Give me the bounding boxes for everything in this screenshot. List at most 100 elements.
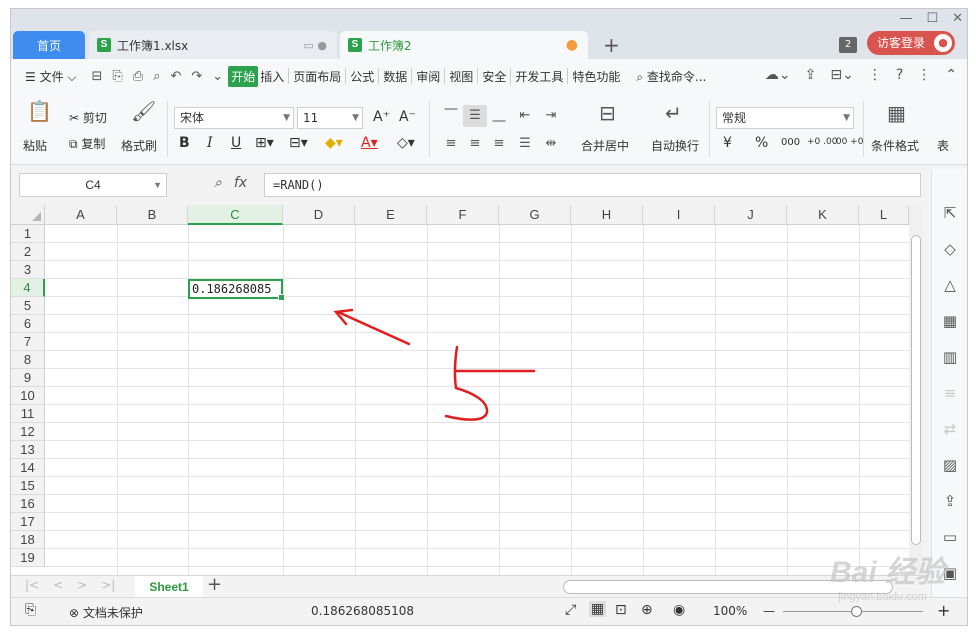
row-header[interactable]: 9: [11, 369, 45, 387]
menu-tab-review[interactable]: 审阅: [414, 68, 442, 85]
align-center-icon[interactable]: ≡: [463, 133, 487, 155]
maximize-button[interactable]: ☐: [926, 11, 938, 26]
align-left-icon[interactable]: ≡: [439, 133, 463, 155]
zoom-slider-thumb[interactable]: [851, 606, 862, 617]
visitor-login-button[interactable]: 访客登录 ●: [866, 31, 955, 55]
conditional-format-icon[interactable]: ▦: [887, 101, 906, 125]
page-break-view-icon[interactable]: ⊡: [615, 602, 627, 618]
more-options-icon[interactable]: ⋮: [917, 67, 931, 83]
row-header[interactable]: 6: [11, 315, 45, 333]
first-sheet-icon[interactable]: |<: [25, 578, 39, 592]
paste-icon[interactable]: 📋: [27, 99, 52, 123]
number-format-select[interactable]: 常规 ▼: [716, 107, 854, 129]
align-middle-icon[interactable]: ☰: [463, 105, 487, 127]
thousands-separator-button[interactable]: 000: [781, 137, 800, 148]
border-icon[interactable]: ⊞▾: [255, 135, 274, 151]
image-gallery-icon[interactable]: ▨: [940, 455, 960, 475]
copy-format-icon[interactable]: ⎘: [112, 69, 122, 84]
row-header[interactable]: 7: [11, 333, 45, 351]
font-name-select[interactable]: 宋体 ▼: [174, 107, 294, 129]
column-header-selected[interactable]: C: [188, 205, 283, 225]
apps-grid-icon[interactable]: ▦: [940, 311, 960, 331]
justify-icon[interactable]: ☰: [513, 133, 537, 155]
font-size-select[interactable]: 11 ▼: [297, 107, 363, 129]
currency-button[interactable]: ¥: [723, 135, 732, 151]
file-menu[interactable]: ☰ 文件 ⌵: [23, 68, 78, 85]
menu-tab-home[interactable]: 开始: [228, 65, 259, 87]
save-icon[interactable]: ⊟: [91, 69, 102, 84]
clear-format-icon[interactable]: ◇▾: [397, 135, 415, 151]
row-header[interactable]: 10: [11, 387, 45, 405]
undo-icon[interactable]: ↶: [170, 69, 181, 84]
cut-button[interactable]: ✂ 剪切: [69, 109, 107, 126]
add-sheet-button[interactable]: +: [207, 574, 222, 595]
print-icon[interactable]: ⎙: [133, 69, 143, 84]
format-painter-icon[interactable]: 🖌: [131, 99, 156, 123]
window-count-badge[interactable]: 2: [839, 37, 857, 53]
reading-mode-icon[interactable]: ⊕: [641, 602, 653, 618]
row-header[interactable]: 16: [11, 495, 45, 513]
row-header[interactable]: 1: [11, 225, 45, 243]
row-header[interactable]: 5: [11, 297, 45, 315]
menu-tab-features[interactable]: 特色功能: [570, 68, 622, 85]
next-sheet-icon[interactable]: >: [77, 578, 87, 592]
table-style-button[interactable]: 表: [937, 137, 949, 154]
row-header[interactable]: 17: [11, 513, 45, 531]
select-cursor-icon[interactable]: ⇱: [940, 203, 960, 223]
sheet-tab-sheet1[interactable]: Sheet1: [135, 576, 203, 598]
row-header[interactable]: 15: [11, 477, 45, 495]
underline-button[interactable]: U: [231, 135, 241, 151]
distributed-icon[interactable]: ⇹: [539, 133, 563, 155]
document-protection-status[interactable]: ⊗ 文档未保护: [69, 604, 143, 621]
paste-button[interactable]: 粘贴: [23, 137, 47, 154]
row-header[interactable]: 11: [11, 405, 45, 423]
vertical-scroll-thumb[interactable]: [911, 235, 921, 545]
customize-dropdown-icon[interactable]: ⌄: [212, 69, 223, 84]
wrap-text-icon[interactable]: ↵: [665, 101, 682, 125]
column-header[interactable]: D: [283, 205, 355, 225]
column-header[interactable]: L: [859, 205, 909, 225]
help-icon[interactable]: ?: [896, 67, 903, 83]
formula-input[interactable]: =RAND(): [264, 173, 921, 197]
fullscreen-icon[interactable]: ⤢: [565, 602, 576, 618]
column-header[interactable]: F: [427, 205, 499, 225]
decrease-decimal-button[interactable]: .00 +0: [833, 137, 863, 147]
style-icon[interactable]: △: [940, 275, 960, 295]
row-header[interactable]: 12: [11, 423, 45, 441]
print-preview-icon[interactable]: ⌕: [153, 69, 160, 84]
menu-tab-formulas[interactable]: 公式: [348, 68, 376, 85]
column-header[interactable]: B: [117, 205, 188, 225]
eye-protection-icon[interactable]: ◉: [673, 602, 685, 618]
row-header[interactable]: 14: [11, 459, 45, 477]
column-header[interactable]: K: [787, 205, 859, 225]
zoom-out-button[interactable]: —: [763, 604, 775, 618]
align-top-icon[interactable]: ⎺: [439, 105, 463, 127]
zoom-in-button[interactable]: +: [937, 601, 950, 620]
merge-center-button[interactable]: 合并居中: [581, 137, 629, 154]
italic-button[interactable]: I: [207, 135, 213, 151]
fill-pattern-icon[interactable]: ⊟▾: [289, 135, 308, 151]
conditional-format-button[interactable]: 条件格式: [871, 137, 919, 154]
spreadsheet-grid[interactable]: A B C D E F G H I J K L 1 2 3 4 5 6 7 8 …: [11, 205, 909, 575]
vertical-scrollbar[interactable]: [909, 205, 923, 575]
menu-tab-insert[interactable]: 插入: [258, 68, 286, 85]
redo-icon[interactable]: ↷: [191, 69, 202, 84]
new-tab-button[interactable]: +: [603, 33, 620, 57]
shrink-font-button[interactable]: A⁻: [399, 109, 416, 125]
fill-color-icon[interactable]: ◆▾: [325, 135, 343, 151]
row-header[interactable]: 18: [11, 531, 45, 549]
font-color-icon[interactable]: A▾: [361, 135, 378, 151]
chart-icon[interactable]: ▥: [940, 347, 960, 367]
archive-icon[interactable]: ▭: [940, 527, 960, 547]
zoom-level[interactable]: 100%: [713, 604, 747, 618]
column-header[interactable]: J: [715, 205, 787, 225]
layout-icon[interactable]: ⊟⌄: [830, 67, 853, 83]
tab-workbook2[interactable]: S 工作簿2 ●: [340, 31, 588, 59]
align-bottom-icon[interactable]: ⎽: [487, 105, 511, 127]
row-header[interactable]: 2: [11, 243, 45, 261]
find-command-search[interactable]: ⌕ 查找命令...: [636, 68, 706, 85]
minimize-button[interactable]: —: [899, 11, 912, 26]
menu-tab-developer[interactable]: 开发工具: [513, 68, 565, 85]
row-header[interactable]: 19: [11, 549, 45, 567]
share-export-icon[interactable]: ⇪: [940, 491, 960, 511]
